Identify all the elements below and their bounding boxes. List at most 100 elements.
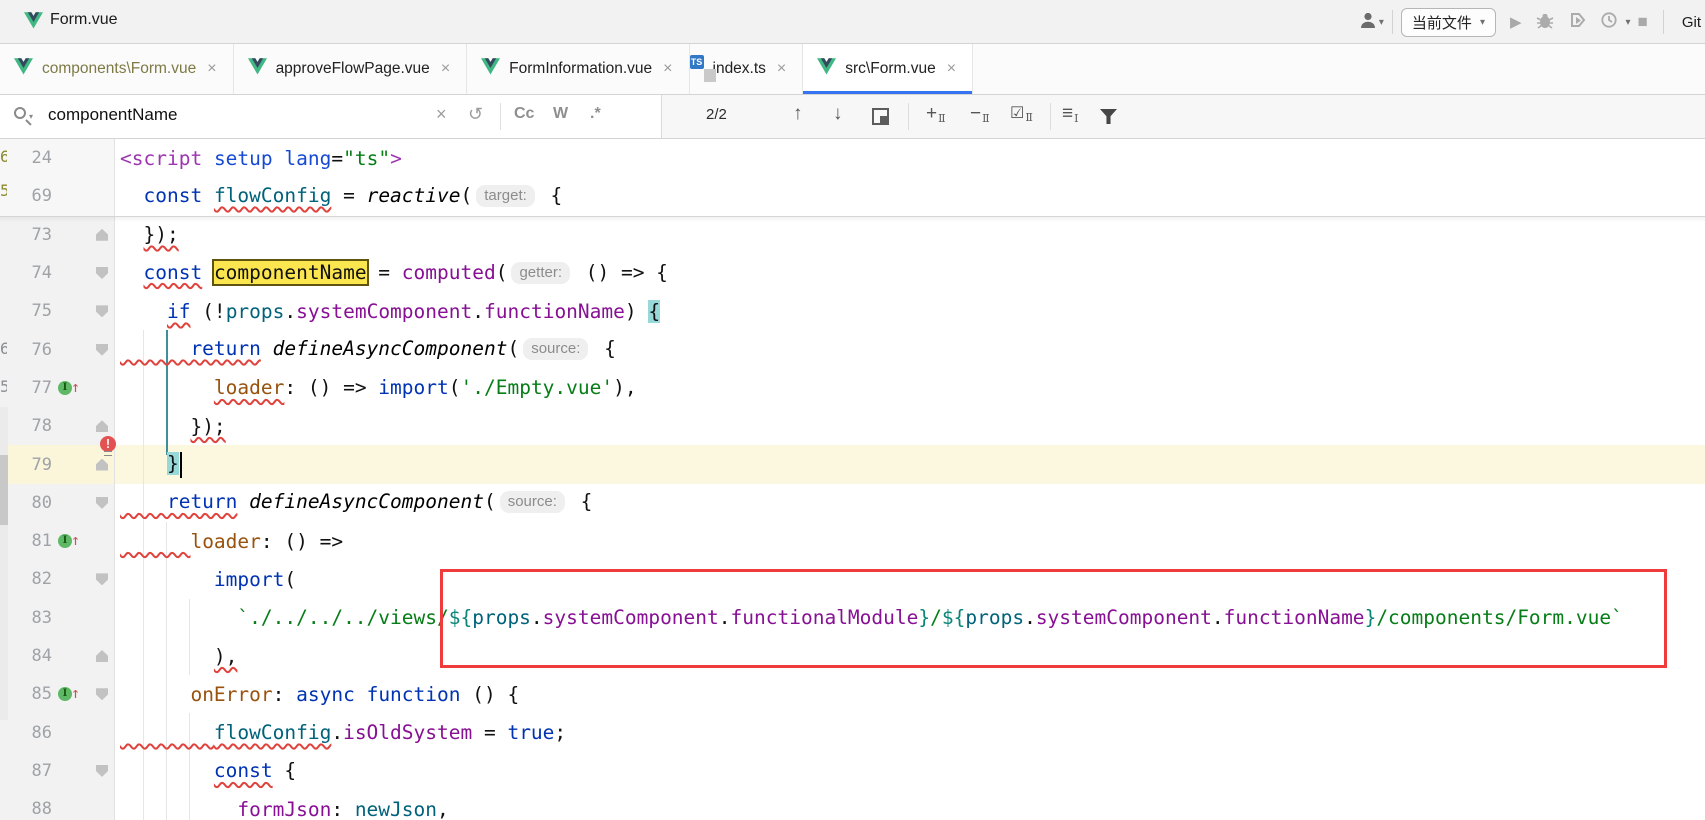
code-text[interactable]: return defineAsyncComponent(source: { (115, 337, 616, 362)
code-text[interactable]: onError: async function () { (115, 683, 519, 706)
search-input[interactable]: ▾ componentName × ↺ Cc W .* (0, 95, 662, 138)
user-account-icon[interactable] (1359, 11, 1379, 34)
code-text[interactable]: const flowConfig = reactive(target: { (115, 184, 562, 209)
tab-close-icon[interactable]: × (207, 60, 216, 78)
fold-marker-icon[interactable] (96, 344, 108, 356)
tab-5[interactable]: src\Form.vue× (803, 44, 973, 94)
tab-4[interactable]: TSindex.ts× (690, 44, 804, 94)
gutter[interactable]: 84 (0, 637, 115, 675)
gutter[interactable]: 87 (0, 752, 115, 790)
code-text[interactable]: const componentName = computed(getter: (… (115, 261, 668, 286)
fold-marker-icon[interactable] (96, 267, 108, 279)
gutter[interactable]: 88 (0, 790, 115, 820)
whole-words-toggle[interactable]: W (553, 105, 568, 123)
run-config-dropdown[interactable]: 当前文件 ▾ (1401, 8, 1496, 37)
fold-marker-icon[interactable] (96, 459, 108, 471)
gutter[interactable]: 69 (0, 177, 115, 215)
line-number[interactable]: 73 (32, 225, 52, 245)
select-all-occurrences-button[interactable] (872, 108, 889, 125)
previous-match-button[interactable]: ↑ (793, 103, 803, 125)
fold-marker-icon[interactable] (96, 305, 108, 317)
gutter[interactable]: 24 (0, 139, 115, 177)
next-match-button[interactable]: ↓ (833, 103, 843, 125)
line-number[interactable]: 74 (32, 263, 52, 283)
line-number[interactable]: 69 (32, 186, 52, 206)
filter-icon[interactable] (1100, 109, 1117, 124)
git-widget[interactable]: Git (1682, 14, 1701, 31)
line-number[interactable]: 83 (32, 608, 52, 628)
line-number[interactable]: 86 (32, 723, 52, 743)
run-button[interactable]: ▶ (1510, 13, 1522, 31)
gutter[interactable]: 77I↑ (0, 369, 115, 407)
line-number[interactable]: 79 (32, 455, 52, 475)
code-line-87[interactable]: 87 const { (0, 752, 1705, 790)
gutter[interactable]: 85 I↑ (0, 675, 115, 713)
code-line-24[interactable]: 24 <script setup lang="ts"> (0, 139, 1705, 177)
code-text[interactable]: if (!props.systemComponent.functionName)… (115, 300, 660, 323)
code-text[interactable]: return defineAsyncComponent(source: { (115, 490, 592, 515)
clear-search-icon[interactable]: × (436, 104, 447, 125)
line-number[interactable]: 85 (32, 684, 52, 704)
gutter[interactable]: 79! (0, 445, 115, 483)
line-number[interactable]: 24 (32, 148, 52, 168)
profiler-dropdown-icon[interactable]: ▾ (1626, 17, 1631, 28)
code-editor[interactable]: 24 <script setup lang="ts"> 69 const flowC… (0, 139, 1705, 820)
search-query[interactable]: componentName (48, 105, 177, 125)
error-intention-bulb-icon[interactable]: ! (100, 436, 116, 452)
implemented-marker-icon[interactable]: I↑ (58, 380, 84, 396)
toggle-occurrences-button[interactable]: ☑Ⅱ (1010, 103, 1032, 123)
code-line-85[interactable]: 85 I↑ onError: async function () { (0, 675, 1705, 713)
tab-1[interactable]: components\Form.vue× (0, 44, 234, 94)
code-text[interactable]: flowConfig.isOldSystem = true; (115, 721, 566, 744)
code-line-81[interactable]: 81I↑ loader: () => (0, 522, 1705, 560)
code-line-77[interactable]: 77I↑ loader: () => import('./Empty.vue')… (0, 369, 1705, 407)
line-number[interactable]: 87 (32, 761, 52, 781)
fold-marker-icon[interactable] (96, 688, 108, 700)
code-line-79[interactable]: 79! } (0, 445, 1705, 483)
tab-2[interactable]: approveFlowPage.vue× (234, 44, 468, 94)
code-line-75[interactable]: 75 if (!props.systemComponent.functionNa… (0, 292, 1705, 330)
search-history-icon[interactable]: ↺ (468, 104, 483, 125)
user-dropdown-icon[interactable]: ▾ (1379, 17, 1384, 28)
fold-marker-icon[interactable] (96, 765, 108, 777)
implemented-marker-icon[interactable]: I↑ (58, 533, 84, 549)
gutter[interactable]: 81I↑ (0, 522, 115, 560)
regex-toggle[interactable]: .* (590, 105, 601, 123)
code-line-88[interactable]: 88 formJson: newJson, (0, 790, 1705, 820)
profiler-button[interactable] (1600, 11, 1619, 33)
code-text[interactable]: }); (115, 415, 226, 438)
code-text[interactable]: const { (115, 759, 296, 782)
stop-button[interactable]: ■ (1638, 12, 1648, 32)
gutter[interactable]: 76 (0, 330, 115, 368)
run-with-coverage-button[interactable] (1568, 12, 1586, 33)
fold-marker-icon[interactable] (96, 420, 108, 432)
code-line-86[interactable]: 86 flowConfig.isOldSystem = true; (0, 713, 1705, 751)
debug-button[interactable] (1536, 12, 1554, 33)
gutter[interactable]: 82 (0, 560, 115, 598)
line-number[interactable]: 76 (32, 340, 52, 360)
fold-marker-icon[interactable] (96, 229, 108, 241)
gutter[interactable]: 83 (0, 599, 115, 637)
code-text[interactable]: <script setup lang="ts"> (115, 147, 402, 170)
code-text[interactable]: ), (115, 645, 237, 668)
gutter[interactable]: 86 (0, 713, 115, 751)
code-line-69[interactable]: 69 const flowConfig = reactive(target: { (0, 177, 1705, 215)
line-number[interactable]: 88 (32, 799, 52, 819)
gutter[interactable]: 74 (0, 254, 115, 292)
gutter[interactable]: 80 (0, 484, 115, 522)
code-text[interactable]: formJson: newJson, (115, 798, 449, 820)
tab-close-icon[interactable]: × (777, 60, 786, 78)
code-text[interactable]: } (115, 452, 182, 478)
fold-marker-icon[interactable] (96, 650, 108, 662)
line-number[interactable]: 82 (32, 569, 52, 589)
code-text[interactable]: import( (115, 568, 296, 591)
line-number[interactable]: 78 (32, 416, 52, 436)
gutter[interactable]: 75 (0, 292, 115, 330)
code-text[interactable]: loader: () => (115, 530, 343, 553)
code-line-80[interactable]: 80 return defineAsyncComponent(source: { (0, 484, 1705, 522)
implemented-marker-icon[interactable]: I↑ (58, 686, 84, 702)
tab-close-icon[interactable]: × (947, 60, 956, 78)
fold-marker-icon[interactable] (96, 573, 108, 585)
fold-marker-icon[interactable] (96, 497, 108, 509)
search-icon[interactable]: ▾ (14, 107, 34, 127)
